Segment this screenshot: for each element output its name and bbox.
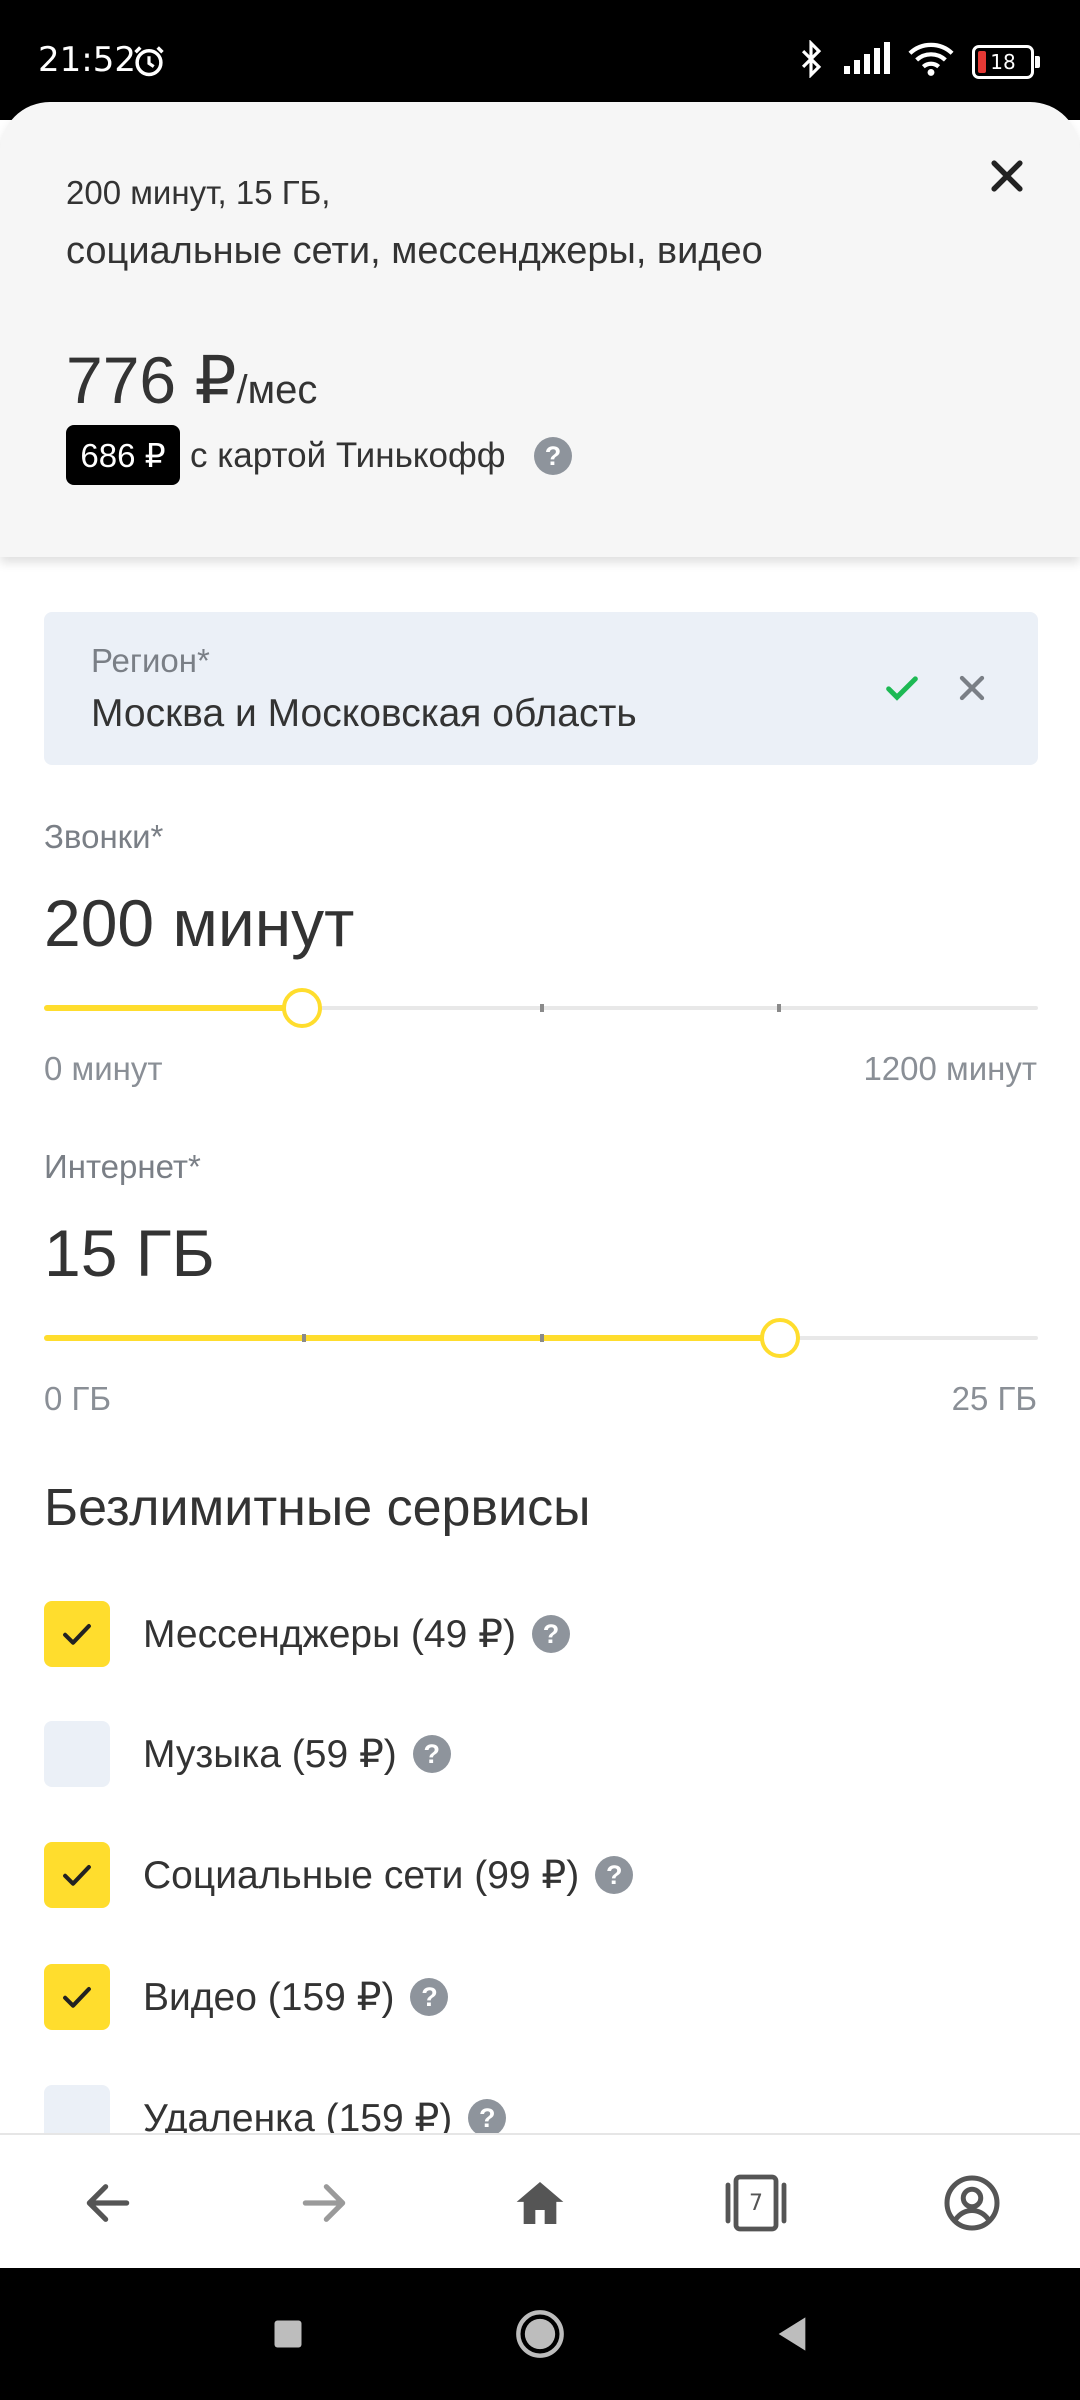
home-icon[interactable] [504, 2167, 576, 2239]
service-label: Видео (159 ₽) [143, 1975, 395, 2019]
service-label: Мессенджеры (49 ₽) [143, 1612, 516, 1656]
help-icon[interactable]: ? [468, 2099, 507, 2137]
price-value: 776 ₽ [66, 343, 237, 417]
service-label: Социальные сети (99 ₽) [143, 1853, 580, 1897]
internet-min-label: 0 ГБ [44, 1380, 112, 1417]
recents-icon[interactable] [262, 2308, 314, 2360]
calls-label: Звонки* [44, 818, 164, 855]
internet-max-label: 25 ГБ [951, 1380, 1037, 1417]
bluetooth-icon [798, 39, 824, 83]
slider-fill [44, 1005, 302, 1011]
help-icon[interactable]: ? [534, 437, 572, 475]
clear-icon[interactable] [952, 668, 992, 713]
service-item-messengers[interactable]: Мессенджеры (49 ₽) ? [44, 1601, 570, 1667]
slider-thumb[interactable] [760, 1318, 800, 1358]
summary-line-1: 200 минут, 15 ГБ, [66, 174, 331, 211]
checkbox[interactable] [44, 1721, 110, 1787]
checkbox[interactable] [44, 1601, 110, 1667]
profile-icon[interactable] [936, 2167, 1008, 2239]
checkmark-icon [63, 1987, 91, 2008]
alarm-icon [130, 42, 168, 85]
service-item-music[interactable]: Музыка (59 ₽) ? [44, 1721, 451, 1787]
region-value: Москва и Московская область [91, 692, 637, 735]
calls-min-label: 0 минут [44, 1050, 163, 1087]
battery-icon: 18 [972, 44, 1040, 79]
slider-tick [302, 1334, 306, 1342]
close-icon[interactable] [985, 154, 1029, 198]
slider-tick [540, 1004, 544, 1012]
slider-fill [44, 1335, 780, 1341]
tabs-count: 7 [749, 2190, 763, 2216]
checkmark-icon [63, 1624, 91, 1645]
card-price-text: с картой Тинькофф [190, 436, 506, 475]
status-time: 21:52 [38, 40, 136, 80]
help-icon[interactable]: ? [531, 1615, 570, 1653]
internet-label: Интернет* [44, 1148, 201, 1185]
calls-max-label: 1200 минут [863, 1050, 1037, 1087]
help-icon[interactable]: ? [410, 1978, 449, 2016]
slider-tick [540, 1334, 544, 1342]
forward-arrow-icon[interactable] [288, 2167, 360, 2239]
summary-line-2: социальные сети, мессенджеры, видео [66, 230, 763, 272]
system-nav-bar [0, 2268, 1080, 2400]
back-arrow-icon[interactable] [72, 2167, 144, 2239]
checkmark-icon [63, 1865, 91, 1886]
service-item-social[interactable]: Социальные сети (99 ₽) ? [44, 1842, 634, 1908]
tariff-summary-card: 200 минут, 15 ГБ, социальные сети, мессе… [0, 102, 1080, 557]
services-title: Безлимитные сервисы [44, 1479, 591, 1537]
service-label: Музыка (59 ₽) [143, 1732, 397, 1776]
checkbox[interactable] [44, 1964, 110, 2030]
help-icon[interactable]: ? [595, 1856, 634, 1894]
signal-icon [842, 42, 890, 81]
service-item-video[interactable]: Видео (159 ₽) ? [44, 1964, 449, 2030]
browser-bottom-nav: 7 [0, 2133, 1080, 2270]
slider-tick [777, 1004, 781, 1012]
help-icon[interactable]: ? [412, 1735, 451, 1773]
card-price-badge: 686 ₽ [66, 425, 180, 485]
calls-slider[interactable] [44, 988, 1038, 1028]
region-label: Регион* [91, 642, 210, 679]
region-field[interactable]: Регион* Москва и Московская область [44, 612, 1038, 765]
price: 776 ₽/мес [66, 342, 317, 419]
wifi-icon [908, 41, 954, 82]
checkbox[interactable] [44, 1842, 110, 1908]
price-unit: /мес [236, 368, 318, 412]
battery-level: 18 [990, 49, 1016, 74]
back-triangle-icon[interactable] [766, 2308, 818, 2360]
internet-slider[interactable] [44, 1318, 1038, 1358]
home-button-icon[interactable] [514, 2308, 566, 2360]
internet-value: 15 ГБ [44, 1216, 215, 1290]
tabs-icon[interactable]: 7 [720, 2167, 792, 2239]
calls-value: 200 минут [44, 886, 355, 960]
check-icon [882, 668, 922, 713]
slider-thumb[interactable] [282, 988, 322, 1028]
